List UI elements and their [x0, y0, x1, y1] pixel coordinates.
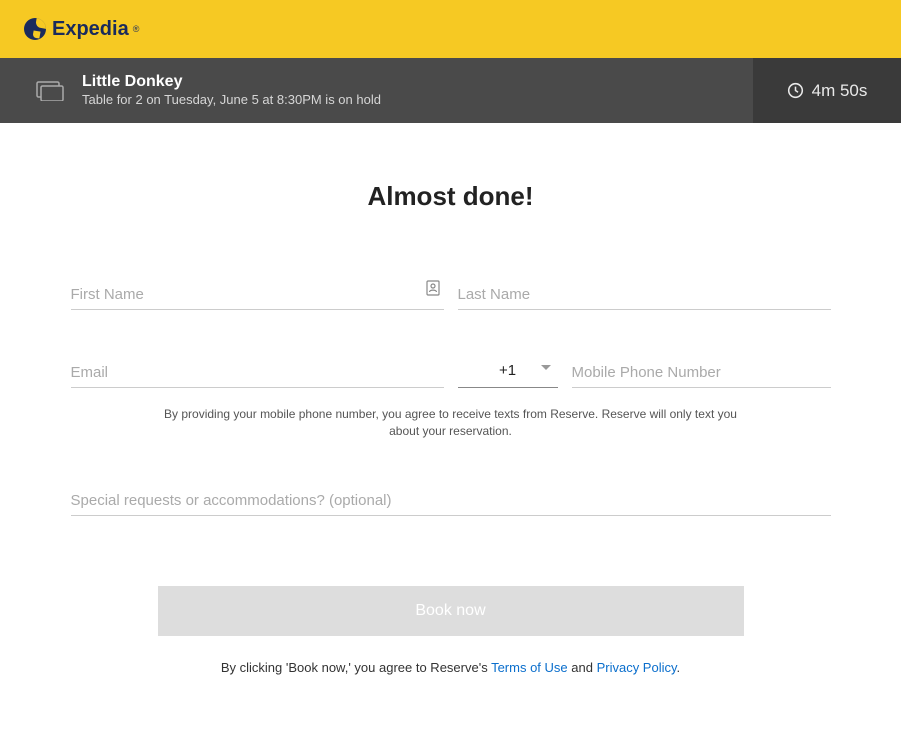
agree-period: .	[677, 660, 681, 675]
terms-link[interactable]: Terms of Use	[491, 660, 568, 675]
country-code-select[interactable]: +1	[458, 360, 558, 388]
chevron-down-icon	[540, 364, 552, 372]
brand-name: Expedia	[52, 18, 129, 41]
phone-field-wrap	[572, 360, 831, 388]
last-name-field	[458, 282, 831, 310]
contact-row: +1	[71, 360, 831, 388]
special-requests-field	[71, 488, 831, 516]
agree-and: and	[568, 660, 597, 675]
contact-card-icon	[426, 280, 440, 296]
restaurant-name: Little Donkey	[82, 72, 381, 91]
hold-timer: 4m 50s	[753, 58, 901, 123]
reservation-info: Little Donkey Table for 2 on Tuesday, Ju…	[36, 58, 753, 123]
special-requests-input[interactable]	[71, 488, 831, 516]
book-now-button[interactable]: Book now	[158, 586, 744, 636]
agree-prefix: By clicking 'Book now,' you agree to Res…	[221, 660, 491, 675]
last-name-input[interactable]	[458, 282, 831, 310]
phone-input[interactable]	[572, 360, 831, 388]
clock-icon	[787, 82, 804, 99]
reservation-bar: Little Donkey Table for 2 on Tuesday, Ju…	[0, 58, 901, 123]
phone-disclaimer: By providing your mobile phone number, y…	[151, 406, 751, 440]
expedia-logo-icon	[24, 18, 46, 40]
name-row	[71, 282, 831, 310]
privacy-link[interactable]: Privacy Policy	[597, 660, 677, 675]
email-field[interactable]	[71, 360, 444, 388]
country-code-value: +1	[499, 362, 516, 379]
brand-logo[interactable]: Expedia ®	[24, 18, 139, 41]
brand-header: Expedia ®	[0, 0, 901, 58]
main-content: Almost done! +1	[71, 181, 831, 715]
timer-value: 4m 50s	[812, 81, 868, 101]
reservation-card-icon	[36, 81, 64, 101]
registered-mark: ®	[133, 24, 140, 34]
phone-group: +1	[458, 360, 831, 388]
email-field-wrap	[71, 360, 444, 388]
page-title: Almost done!	[71, 181, 831, 212]
first-name-input[interactable]	[71, 282, 444, 310]
hold-description: Table for 2 on Tuesday, June 5 at 8:30PM…	[82, 92, 381, 109]
first-name-field	[71, 282, 444, 310]
agreement-text: By clicking 'Book now,' you agree to Res…	[71, 660, 831, 675]
